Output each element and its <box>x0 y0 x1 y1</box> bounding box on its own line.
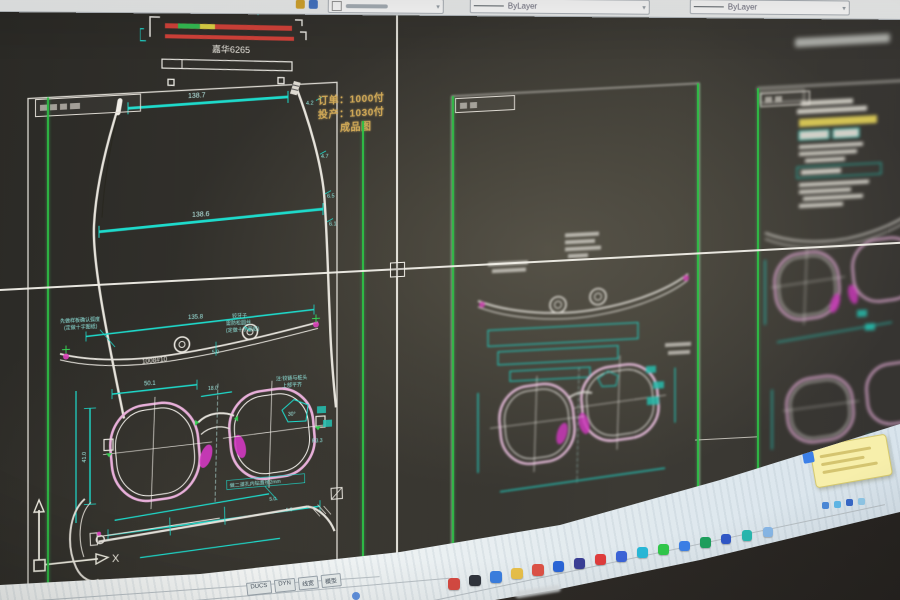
color-combo[interactable]: ByLayer ▾ <box>470 0 650 15</box>
viewport-border-4 <box>697 83 699 548</box>
line-sample <box>694 6 724 7</box>
chevron-down-icon: ▾ <box>436 2 440 10</box>
browline-mark: 1008#10 <box>142 356 168 366</box>
cyan-bracket <box>140 29 146 41</box>
ucs-x-label: X <box>112 553 120 565</box>
note-hinge-2: 需防松圆丝 <box>226 319 251 327</box>
taskbar-icon-wechat[interactable] <box>658 544 669 555</box>
spec-table <box>797 97 881 208</box>
dim-side-3: 6.5 <box>327 193 335 199</box>
taskbar-icon-file-explorer[interactable] <box>511 568 523 580</box>
toggle-model[interactable]: 模型 <box>320 573 341 588</box>
dim-temple-top: 138.7 <box>188 92 206 100</box>
order-info: 订单：1000付 投产：1030付 成品图 <box>318 91 402 137</box>
taskbar-icon-vlc[interactable] <box>595 554 606 565</box>
taskbar-icon-light-app[interactable] <box>763 527 773 537</box>
chevron-down-icon: ▾ <box>842 4 846 12</box>
dim-lens-height: 41.0 <box>82 452 88 463</box>
tray-icon-tray-3[interactable] <box>846 499 853 506</box>
color-combo-value: ByLayer <box>508 2 537 11</box>
crosshair-pickbox <box>390 262 405 278</box>
dim-side-b: 1.8 <box>286 507 293 514</box>
taskbar-icon-edge[interactable] <box>490 571 502 583</box>
taskbar-icon-excel[interactable] <box>700 537 711 548</box>
browline-top-view: 135.8 1008#10 先做样板确认弧度 (定做十字图纸) 铰牙子 需防松圆… <box>60 304 320 370</box>
toggle-dyn[interactable]: DYN <box>274 578 296 593</box>
bracket-left <box>150 17 160 37</box>
search-icon[interactable] <box>352 592 360 600</box>
layer-combo[interactable]: ▾ <box>328 0 444 14</box>
taskbar-icon-blue-app[interactable] <box>679 541 690 552</box>
dim-browline-width: 135.8 <box>188 314 204 321</box>
toggle-ducs[interactable]: DUCS <box>246 580 272 596</box>
core-bar-red-2 <box>165 34 294 41</box>
taskbar-icon-photos[interactable] <box>469 575 481 587</box>
tray-icon-tray-1[interactable] <box>822 502 829 509</box>
note-hinge-1: 铰牙子 <box>232 312 247 320</box>
dim-radius: R3.3 <box>312 438 323 445</box>
line-sample <box>474 5 504 6</box>
linetype-combo[interactable]: ByLayer ▾ <box>690 0 850 16</box>
viewport-border-1 <box>47 97 49 597</box>
viewport-border-2 <box>362 121 364 566</box>
dim-side-1: 4.2 <box>306 101 314 107</box>
taskbar-icon-teal-app-2[interactable] <box>742 530 752 540</box>
dim-side-4: 6.1 <box>329 221 337 227</box>
note-front-2: 上部平齐 <box>282 381 302 389</box>
core-seg-yellow <box>200 24 215 29</box>
chevron-down-icon: ▾ <box>642 3 646 11</box>
temple-top-view: 138.7 138.6 4.2 4.7 6.5 6.1 <box>94 79 337 420</box>
tray-icon-tray-4[interactable] <box>858 498 865 505</box>
bolt-left <box>168 79 174 85</box>
taskbar-icon-teal-app[interactable] <box>637 547 648 558</box>
note-front-1: 注:铰链与桩头 <box>276 374 307 383</box>
drawing-sheet-middle <box>450 81 710 565</box>
viewport-border-3 <box>452 96 454 561</box>
dim-angle: 30° <box>288 412 296 418</box>
right-glasses-1 <box>765 217 900 343</box>
monitor-photo: 嘉华6265 138.7 138.6 <box>0 0 900 600</box>
title-text-smear <box>795 33 890 47</box>
dim-center: 5.0 <box>212 350 219 356</box>
core-seg-green <box>178 23 200 28</box>
crosshair-vertical <box>396 0 398 600</box>
tray-icon-tray-2[interactable] <box>834 501 841 508</box>
bracket-right <box>295 20 306 40</box>
model-label: 嘉华6265 <box>212 43 250 55</box>
taskbar-icon-photoshop[interactable] <box>553 561 564 572</box>
toolbar-icon-2[interactable] <box>309 0 318 9</box>
toolbar-icon-1[interactable] <box>296 0 305 9</box>
taskbar-icon-word[interactable] <box>616 551 627 562</box>
dim-temple-bottom: 138.6 <box>192 211 210 219</box>
dim-side-2: 4.7 <box>321 154 329 160</box>
sheet-tab-middle <box>455 95 515 113</box>
ucs-icon: X <box>18 493 128 579</box>
taskbar-icon-chrome[interactable] <box>532 564 544 576</box>
dim-lens-width: 50.1 <box>144 381 156 388</box>
linetype-combo-value: ByLayer <box>728 2 757 11</box>
sheet-tab-right <box>760 91 810 108</box>
dim-side-a: 5.0 <box>269 496 276 503</box>
dim-bridge: 18.0 <box>208 386 218 393</box>
layer-name-smear <box>346 4 388 8</box>
taskbar-icon-blue-app-2[interactable] <box>721 534 731 544</box>
taskbar-icon-indigo-app[interactable] <box>574 558 585 569</box>
taskbar-icon-app-red[interactable] <box>448 578 460 590</box>
layer-color-swatch <box>332 0 342 10</box>
toggle-lineweight[interactable]: 线宽 <box>297 576 318 591</box>
